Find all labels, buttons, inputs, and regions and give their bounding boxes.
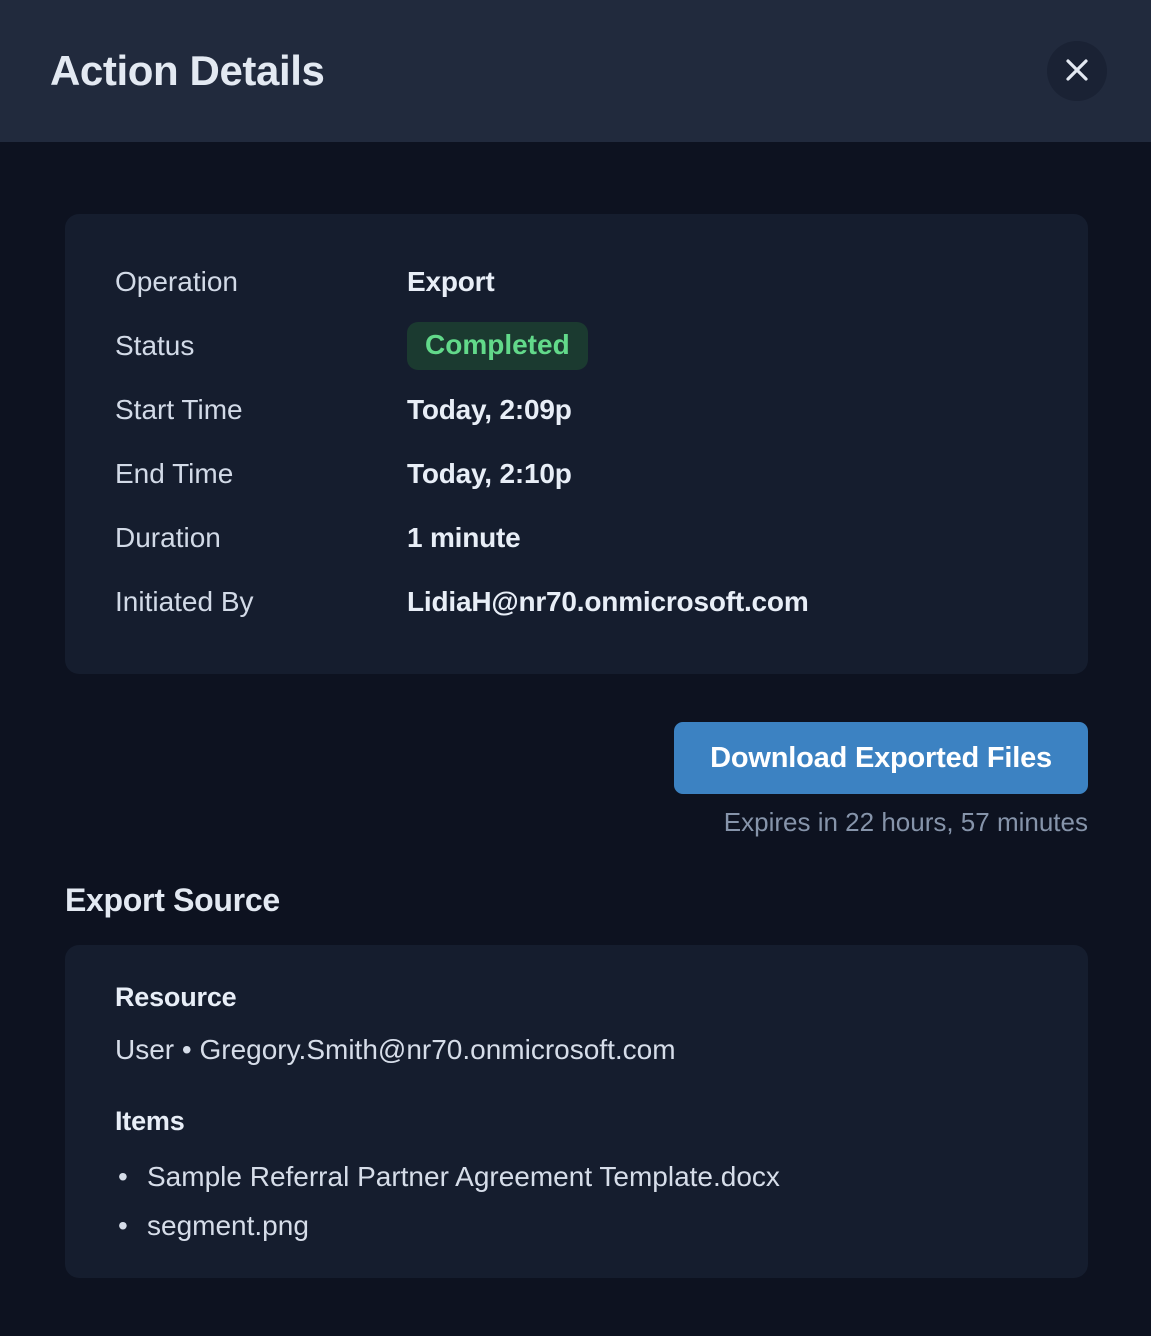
export-source-heading: Export Source bbox=[65, 882, 280, 918]
detail-label-start-time: Start Time bbox=[115, 394, 243, 426]
detail-value-start-time: Today, 2:09p bbox=[407, 394, 572, 426]
resource-heading: Resource bbox=[115, 982, 237, 1012]
detail-label-end-time: End Time bbox=[115, 458, 234, 490]
expires-text: Expires in 22 hours, 57 minutes bbox=[723, 807, 1088, 837]
items-heading: Items bbox=[115, 1105, 185, 1136]
close-button[interactable] bbox=[1047, 41, 1107, 101]
export-source-card: Resource User • Gregory.Smith@nr70.onmic… bbox=[65, 945, 1088, 1278]
detail-row: Status Completed bbox=[115, 314, 1038, 378]
list-item: segment.png bbox=[115, 1202, 1038, 1250]
detail-value-initiated-by: LidiaH@nr70.onmicrosoft.com bbox=[407, 586, 809, 618]
detail-value-operation: Export bbox=[407, 266, 495, 298]
detail-value-duration: 1 minute bbox=[407, 522, 521, 554]
resource-value: User • Gregory.Smith@nr70.onmicrosoft.co… bbox=[115, 1034, 676, 1066]
detail-label-status: Status bbox=[115, 330, 195, 362]
detail-value-end-time: Today, 2:10p bbox=[407, 458, 572, 490]
close-icon bbox=[1064, 57, 1090, 86]
items-list: Sample Referral Partner Agreement Templa… bbox=[115, 1153, 1038, 1249]
detail-row: Initiated By LidiaH@nr70.onmicrosoft.com bbox=[115, 570, 1038, 634]
download-exported-files-button[interactable]: Download Exported Files bbox=[674, 722, 1088, 794]
detail-label-operation: Operation bbox=[115, 266, 238, 298]
status-badge: Completed bbox=[407, 321, 588, 371]
page-title: Action Details bbox=[50, 47, 325, 94]
details-card: Operation Export Status Completed Start … bbox=[65, 214, 1088, 674]
detail-row: Operation Export bbox=[115, 250, 1038, 314]
detail-label-initiated-by: Initiated By bbox=[115, 586, 254, 618]
detail-row: Duration 1 minute bbox=[115, 506, 1038, 570]
list-item: Sample Referral Partner Agreement Templa… bbox=[115, 1153, 1038, 1201]
detail-row: End Time Today, 2:10p bbox=[115, 442, 1038, 506]
detail-label-duration: Duration bbox=[115, 522, 221, 554]
detail-row: Start Time Today, 2:09p bbox=[115, 378, 1038, 442]
download-area: Download Exported Files Expires in 22 ho… bbox=[65, 722, 1088, 838]
modal-body: Operation Export Status Completed Start … bbox=[0, 142, 1151, 1336]
modal-header: Action Details bbox=[0, 0, 1151, 142]
action-details-modal: Action Details Operation Export Status C… bbox=[0, 0, 1151, 1336]
